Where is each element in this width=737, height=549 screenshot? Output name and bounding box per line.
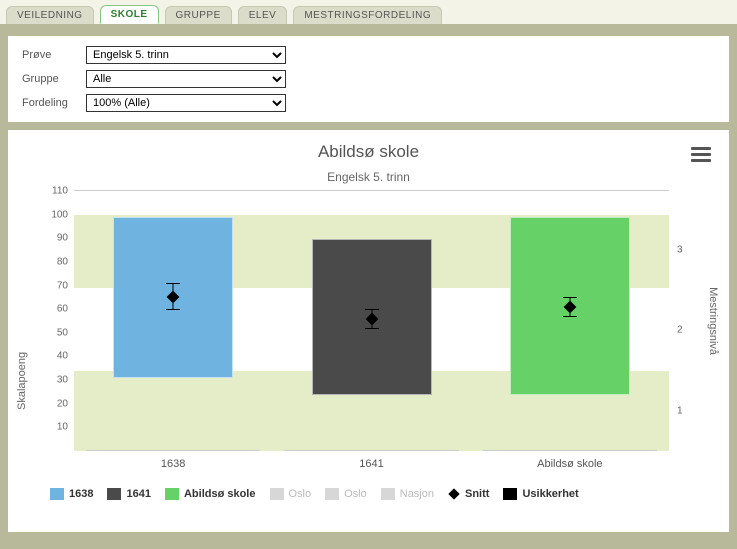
- xtick: 1641: [359, 458, 383, 470]
- content: Prøve Engelsk 5. trinn Gruppe Alle Forde…: [0, 24, 737, 532]
- legend-swatch: [165, 488, 179, 500]
- legend-swatch: [381, 488, 395, 500]
- chart-subtitle: Engelsk 5. trinn: [28, 170, 709, 184]
- ytick-left: 30: [46, 375, 74, 386]
- legend-item[interactable]: 1641: [107, 488, 150, 500]
- ytick-left: 10: [46, 422, 74, 433]
- ytick-left: 100: [46, 209, 74, 220]
- ytick-left: 80: [46, 256, 74, 267]
- xtick: 1638: [161, 458, 185, 470]
- filter-fordeling-select[interactable]: 100% (Alle): [86, 94, 286, 112]
- filter-panel: Prøve Engelsk 5. trinn Gruppe Alle Forde…: [8, 36, 729, 122]
- legend-label: 1638: [69, 488, 93, 500]
- ytick-right: 3: [669, 245, 683, 256]
- legend-label: Nasjon: [400, 488, 434, 500]
- tab-skole[interactable]: SKOLE: [100, 5, 159, 24]
- legend-label: Usikkerhet: [522, 488, 578, 500]
- y-axis-right-label: Mestringsnivå: [707, 287, 719, 355]
- tab-gruppe[interactable]: GRUPPE: [165, 6, 232, 24]
- legend-label: Oslo: [289, 488, 312, 500]
- legend-label: Oslo: [344, 488, 367, 500]
- ytick-left: 60: [46, 304, 74, 315]
- tab-mestringsfordeling[interactable]: MESTRINGSFORDELING: [293, 6, 442, 24]
- ytick-left: 70: [46, 280, 74, 291]
- tab-veiledning[interactable]: VEILEDNING: [6, 6, 94, 24]
- chart-card: Abildsø skole Engelsk 5. trinn Skalapoen…: [8, 130, 729, 532]
- ytick-right: 1: [669, 405, 683, 416]
- legend-item[interactable]: Oslo: [325, 488, 367, 500]
- legend-label: 1641: [126, 488, 150, 500]
- legend-item[interactable]: Oslo: [270, 488, 312, 500]
- legend-label: Snitt: [465, 488, 489, 500]
- legend: 1638 1641 Abildsø skole Oslo Oslo Nasjon Snitt…: [50, 488, 709, 500]
- legend-swatch: [503, 488, 517, 500]
- menu-icon: [691, 147, 711, 150]
- legend-swatch: [270, 488, 284, 500]
- legend-swatch: [50, 488, 64, 500]
- filter-gruppe-select[interactable]: Alle: [86, 70, 286, 88]
- tab-elev[interactable]: ELEV: [238, 6, 288, 24]
- legend-swatch: [107, 488, 121, 500]
- plot-area: 102030405060708090100110123: [74, 190, 669, 450]
- filter-gruppe-label: Gruppe: [22, 73, 78, 85]
- legend-item[interactable]: Snitt: [448, 488, 489, 500]
- legend-label: Abildsø skole: [184, 488, 256, 500]
- filter-fordeling-label: Fordeling: [22, 97, 78, 109]
- ytick-left: 40: [46, 351, 74, 362]
- legend-item[interactable]: Usikkerhet: [503, 488, 578, 500]
- ytick-left: 90: [46, 233, 74, 244]
- app-root: VEILEDNING SKOLE GRUPPE ELEV MESTRINGSFO…: [0, 0, 737, 549]
- tab-bar: VEILEDNING SKOLE GRUPPE ELEV MESTRINGSFO…: [0, 0, 737, 24]
- ytick-left: 110: [46, 186, 74, 197]
- xtick: Abildsø skole: [537, 458, 602, 470]
- diamond-icon: [448, 488, 459, 499]
- legend-item[interactable]: Abildsø skole: [165, 488, 256, 500]
- ytick-right: 2: [669, 325, 683, 336]
- chart-title: Abildsø skole: [28, 142, 709, 162]
- legend-swatch: [325, 488, 339, 500]
- legend-item[interactable]: Nasjon: [381, 488, 434, 500]
- filter-prove-select[interactable]: Engelsk 5. trinn: [86, 46, 286, 64]
- chart-menu-button[interactable]: [691, 144, 711, 165]
- x-axis: 1638 1641 Abildsø skole: [74, 450, 669, 478]
- y-axis-left-label: Skalapoeng: [16, 352, 28, 410]
- ytick-left: 50: [46, 327, 74, 338]
- ytick-left: 20: [46, 398, 74, 409]
- legend-item[interactable]: 1638: [50, 488, 93, 500]
- filter-prove-label: Prøve: [22, 49, 78, 61]
